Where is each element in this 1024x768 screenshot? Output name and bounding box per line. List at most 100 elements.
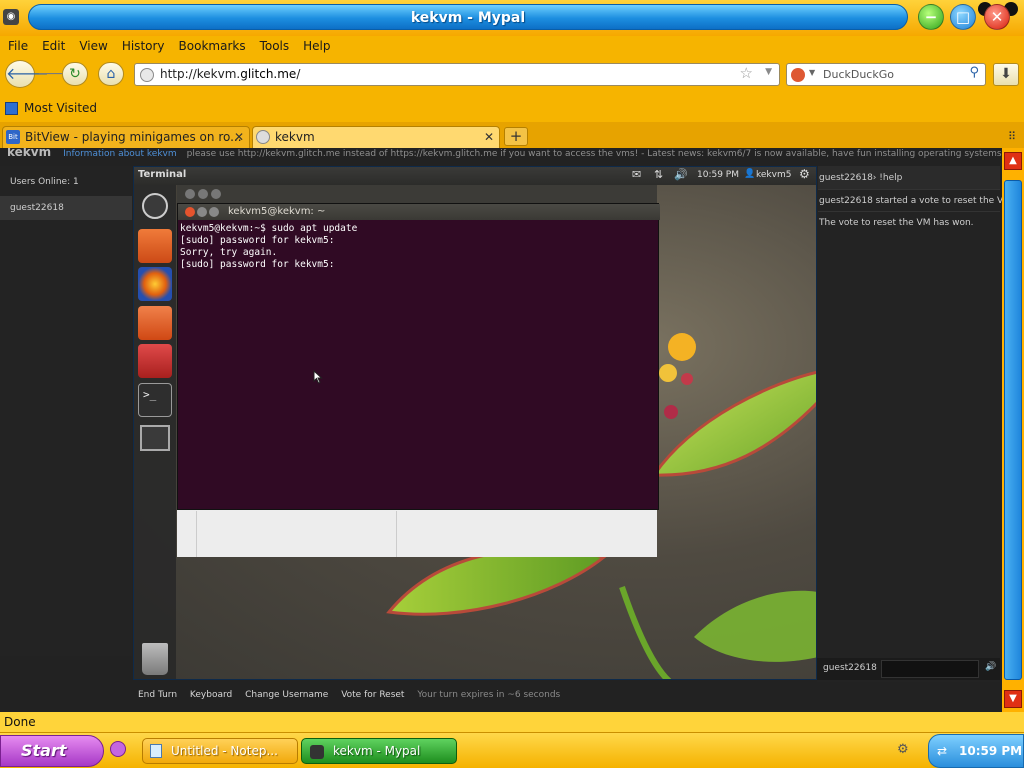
terminal-launcher-icon[interactable]: >_ [138, 383, 172, 417]
scroll-down-button[interactable]: ▼ [1004, 690, 1022, 708]
downloads-button[interactable]: ⬇ [993, 63, 1019, 86]
scroll-thumb[interactable] [1004, 180, 1022, 680]
chat-input[interactable] [881, 660, 979, 678]
tray-device-icon[interactable]: ⚙ [897, 742, 909, 757]
system-settings-launcher-icon[interactable] [138, 344, 172, 378]
url-domain: glitch.me [240, 67, 297, 81]
terminal-line: Sorry, try again. [180, 247, 278, 258]
terminal-close-icon[interactable] [185, 207, 195, 217]
top-banner: kekvm Information about kekvm please use h… [0, 148, 1002, 162]
search-engine-dropdown-icon[interactable]: ▼ [809, 68, 815, 77]
bg-maximize-icon[interactable] [211, 189, 221, 199]
change-username-button[interactable]: Change Username [245, 690, 328, 700]
terminal-maximize-icon[interactable] [209, 207, 219, 217]
menu-bar: File Edit View History Bookmarks Tools H… [0, 36, 1024, 56]
start-button[interactable]: Start [0, 735, 104, 767]
tray-network-icon[interactable]: ⇄ [937, 744, 947, 758]
background-window-titlebar [177, 185, 657, 203]
chat-message: guest22618 started a vote to reset the V… [818, 190, 1014, 212]
news-banner: please use http://kekvm.glitch.me instea… [186, 149, 1002, 159]
firefox-launcher-icon[interactable] [138, 267, 172, 301]
user-row[interactable]: guest22618 [0, 196, 132, 220]
files-launcher-icon[interactable] [138, 229, 172, 263]
chat-input-row: guest22618 🔊 [817, 658, 1000, 680]
home-button[interactable]: ⌂ [98, 62, 124, 86]
vote-reset-button[interactable]: Vote for Reset [341, 690, 404, 700]
end-turn-button[interactable]: End Turn [138, 690, 177, 700]
maximize-button[interactable]: □ [950, 4, 976, 30]
vm-controls: End Turn Keyboard Change Username Vote f… [138, 690, 738, 704]
terminal-minimize-icon[interactable] [197, 207, 207, 217]
bg-minimize-icon[interactable] [198, 189, 208, 199]
taskbar-item-mypal[interactable]: kekvm - Mypal [301, 738, 457, 764]
vm-clock[interactable]: 10:59 PM [697, 170, 739, 180]
tab-close-icon[interactable]: ✕ [484, 127, 494, 147]
quick-launch-icon[interactable] [110, 741, 126, 757]
vm-user-name[interactable]: kekvm5 [756, 170, 791, 180]
tab-list-icon[interactable]: ⠿ [1008, 130, 1016, 143]
menu-help[interactable]: Help [303, 39, 330, 53]
minimize-button[interactable]: − [918, 4, 944, 30]
tray-clock[interactable]: 10:59 PM [959, 744, 1022, 758]
tab-bitview[interactable]: Bit BitView - playing minigames on ro...… [2, 126, 250, 148]
page-content: kekvm Information about kekvm please use h… [0, 148, 1014, 712]
vm-settings-gear-icon[interactable]: ⚙ [799, 167, 810, 181]
url-dropdown-icon[interactable]: ▼ [765, 67, 772, 77]
chat-message-text: guest22618 started a vote to reset the V… [819, 196, 1014, 206]
window-titlebar[interactable]: ◉ kekvm - Mypal − □ ✕ [0, 0, 1024, 36]
search-icon[interactable]: ⚲ [969, 65, 979, 80]
software-center-launcher-icon[interactable] [138, 306, 172, 340]
terminal-titlebar[interactable]: kekvm5@kekvm: ~ [178, 204, 660, 220]
reload-button[interactable]: ↻ [62, 62, 88, 86]
site-logo: kekvm [7, 148, 52, 159]
back-button[interactable]: 🡐 [5, 60, 49, 88]
workspace-switcher-icon[interactable] [140, 425, 170, 451]
taskbar-item-notepad[interactable]: Untitled - Notep... [142, 738, 298, 764]
turn-timer-text: Your turn expires in ~6 seconds [417, 690, 561, 700]
chat-send-icon[interactable]: 🔊 [985, 662, 996, 672]
page-scrollbar[interactable]: ▲ ▼ [1002, 148, 1024, 712]
menu-edit[interactable]: Edit [42, 39, 65, 53]
vm-top-panel: Terminal ✉ ⇅ 🔊 10:59 PM 👤 kekvm5 ⚙ [134, 167, 816, 185]
menu-file[interactable]: File [8, 39, 28, 53]
status-bar: Done [0, 712, 1024, 732]
mouse-cursor-icon [313, 370, 323, 384]
terminal-window[interactable]: kekvm5@kekvm: ~ kekvm5@kekvm:~$ sudo apt… [177, 203, 660, 510]
user-name: guest22618 [10, 203, 64, 213]
bg-close-icon[interactable] [185, 189, 195, 199]
info-link[interactable]: Information about kekvm [63, 149, 177, 159]
vm-active-app-title: Terminal [138, 169, 187, 180]
tab-strip: Bit BitView - playing minigames on ro...… [0, 122, 1024, 148]
menu-view[interactable]: View [79, 39, 107, 53]
search-bar[interactable]: ▼ DuckDuckGo ⚲ [786, 63, 986, 86]
chat-message-text: The vote to reset the VM has won. [819, 218, 974, 228]
vm-screen[interactable]: Terminal ✉ ⇅ 🔊 10:59 PM 👤 kekvm5 ⚙ >_ ke… [133, 166, 817, 680]
tab-close-icon[interactable]: ✕ [234, 127, 244, 147]
dash-home-icon[interactable] [142, 193, 168, 219]
status-text: Done [4, 715, 36, 729]
vm-volume-icon[interactable]: 🔊 [674, 168, 688, 181]
terminal-output[interactable]: kekvm5@kekvm:~$ sudo apt update [sudo] p… [180, 223, 357, 271]
menu-tools[interactable]: Tools [260, 39, 290, 53]
keyboard-button[interactable]: Keyboard [190, 690, 232, 700]
menu-history[interactable]: History [122, 39, 165, 53]
new-tab-button[interactable]: + [504, 127, 528, 146]
duckduckgo-icon[interactable] [791, 68, 805, 82]
title-pill: kekvm - Mypal [28, 4, 908, 30]
bookmark-star-icon[interactable]: ☆ [740, 64, 753, 82]
scroll-up-button[interactable]: ▲ [1004, 152, 1022, 170]
most-visited-bookmark[interactable]: Most Visited [24, 101, 97, 115]
terminal-title: kekvm5@kekvm: ~ [228, 206, 326, 217]
close-button[interactable]: ✕ [984, 4, 1010, 30]
tab-kekvm-label: kekvm [275, 130, 315, 144]
trash-icon[interactable] [142, 643, 168, 675]
menu-bookmarks[interactable]: Bookmarks [179, 39, 246, 53]
chat-message-text: guest22618› !help [819, 173, 903, 183]
tab-kekvm[interactable]: kekvm ✕ [252, 126, 500, 148]
url-suffix: / [296, 67, 301, 81]
vm-network-icon[interactable]: ⇅ [654, 168, 663, 181]
users-panel: Users Online: 1 guest22618 [0, 166, 132, 656]
vm-mail-icon[interactable]: ✉ [632, 168, 641, 181]
url-bar[interactable]: http://kekvm.glitch.me/ ☆ ▼ [134, 63, 780, 86]
taskbar-item-label: kekvm - Mypal [333, 744, 421, 758]
